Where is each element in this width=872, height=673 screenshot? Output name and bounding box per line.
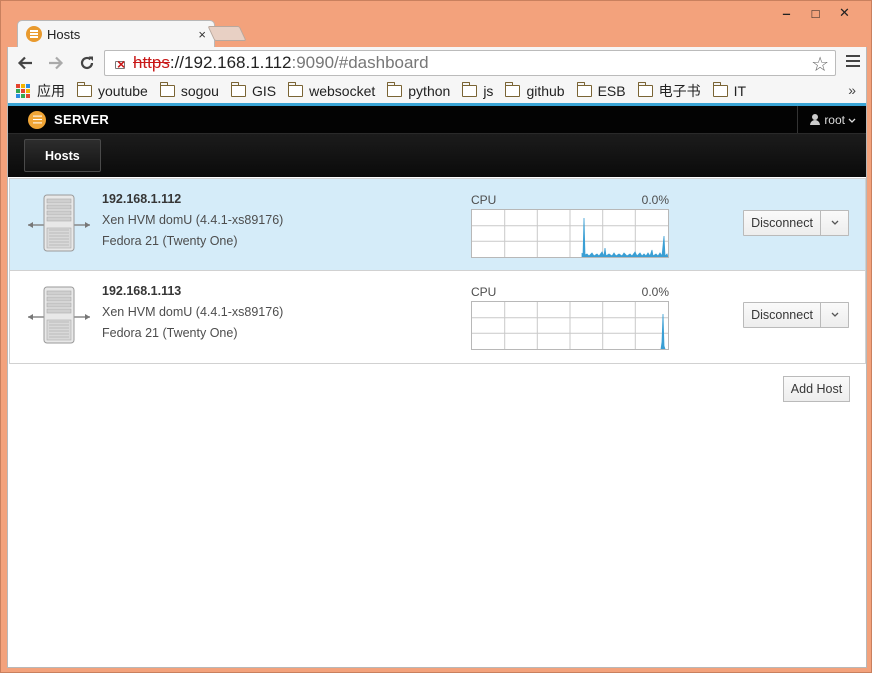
bookmark-label: js [483,83,494,99]
address-bar[interactable]: × https://192.168.1.112:9090/#dashboard … [104,50,836,76]
bookmark-folder-websocket[interactable]: websocket [288,82,376,99]
cpu-label: CPU [471,193,497,207]
browser-toolbar: × https://192.168.1.112:9090/#dashboard … [7,47,867,79]
bookmark-folder-github[interactable]: github [505,82,565,99]
chevron-down-icon [831,312,838,317]
url-path: :9090/#dashboard [291,53,429,72]
bookmark-label: github [526,83,565,99]
bookmark-label: websocket [309,83,376,99]
bookmark-folder-sogou[interactable]: sogou [159,82,219,99]
host-platform: Xen HVM domU (4.4.1-xs89176) [102,213,284,227]
cpu-sparkline [471,209,669,258]
bookmark-label: IT [733,83,747,99]
back-icon[interactable] [11,49,39,77]
cpu-sparkline [471,301,669,350]
bookmark-label: GIS [251,83,277,99]
cockpit-app: SERVER root Hosts 192.168.1.112 Xen HVM … [7,103,867,668]
bookmark-folder-esb[interactable]: ESB [576,82,626,99]
bookmark-label: python [408,83,451,99]
chevron-down-icon [831,220,838,225]
host-row[interactable]: 192.168.1.112 Xen HVM domU (4.4.1-xs8917… [10,179,865,271]
user-menu[interactable]: root [797,106,866,133]
folder-icon [576,82,592,97]
folder-icon [637,82,653,97]
browser-tab-hosts[interactable]: Hosts × [17,20,215,47]
url-host: ://192.168.1.112 [169,53,292,72]
top-navbar: SERVER root [8,106,866,133]
host-list: 192.168.1.112 Xen HVM domU (4.4.1-xs8917… [9,178,866,364]
bookmark-label: 电子书 [658,83,701,99]
bookmark-label: 应用 [37,83,65,99]
server-icon [28,192,90,254]
url-scheme: https [133,53,170,72]
cpu-value: 0.0% [641,285,669,299]
folder-icon [712,82,728,97]
host-address[interactable]: 192.168.1.113 [102,284,181,298]
bookmark-label: sogou [180,83,219,99]
folder-icon [387,82,403,97]
folder-icon [159,82,175,97]
host-platform: Xen HVM domU (4.4.1-xs89176) [102,305,284,319]
disconnect-dropdown-toggle[interactable] [821,210,849,236]
insecure-lock-icon: × [115,56,126,72]
folder-icon [462,82,478,97]
disconnect-button[interactable]: Disconnect [743,302,821,328]
host-address[interactable]: 192.168.1.112 [102,192,181,206]
sub-navbar: Hosts [8,133,866,177]
disconnect-split-button: Disconnect [743,302,849,328]
disconnect-dropdown-toggle[interactable] [821,302,849,328]
bookmark-label: youtube [98,83,148,99]
bookmarks-overflow-button[interactable]: » [848,82,856,98]
bookmark-folder-it[interactable]: IT [712,82,747,99]
folder-icon [230,82,246,97]
tab-hosts[interactable]: Hosts [24,139,101,172]
tab-close-icon[interactable]: × [198,27,206,42]
cpu-value: 0.0% [641,193,669,207]
browser-window: ‒ □ ✕ Hosts × × https://192.168.1.112:90… [0,0,872,673]
server-brand-icon [28,110,46,129]
new-tab-button[interactable] [207,26,247,41]
folder-icon [77,82,92,97]
host-os: Fedora 21 (Twenty One) [102,326,238,340]
bookmark-label: ESB [597,83,626,99]
reload-icon[interactable] [73,49,101,77]
bookmark-folder-gis[interactable]: GIS [230,82,277,99]
bookmarks-bar: 应用 youtube sogou GIS websocket python js… [7,79,867,103]
browser-menu-icon[interactable] [846,55,860,69]
bookmark-folder-ebooks[interactable]: 电子书 [637,81,701,101]
add-host-button[interactable]: Add Host [783,376,850,402]
disconnect-button[interactable]: Disconnect [743,210,821,236]
tab-strip: Hosts × [7,20,867,47]
tab-title: Hosts [47,26,81,42]
forward-icon[interactable] [42,49,70,77]
cpu-label: CPU [471,285,497,299]
chevron-down-icon [848,113,856,127]
brand-title: SERVER [54,112,110,127]
bookmark-folder-python[interactable]: python [387,82,451,99]
folder-icon [505,82,521,97]
folder-icon [288,82,304,97]
host-os: Fedora 21 (Twenty One) [102,234,238,248]
bookmark-star-icon[interactable]: ☆ [811,52,829,77]
bookmark-apps[interactable]: 应用 [16,81,65,101]
user-icon [810,114,821,125]
disconnect-split-button: Disconnect [743,210,849,236]
bookmark-folder-youtube[interactable]: youtube [77,82,148,99]
user-name: root [824,112,845,127]
bookmark-folder-js[interactable]: js [462,82,494,99]
host-row[interactable]: 192.168.1.113 Xen HVM domU (4.4.1-xs8917… [10,271,865,363]
server-icon [28,284,90,346]
apps-grid-icon [16,84,30,98]
cockpit-favicon-icon [26,26,42,42]
